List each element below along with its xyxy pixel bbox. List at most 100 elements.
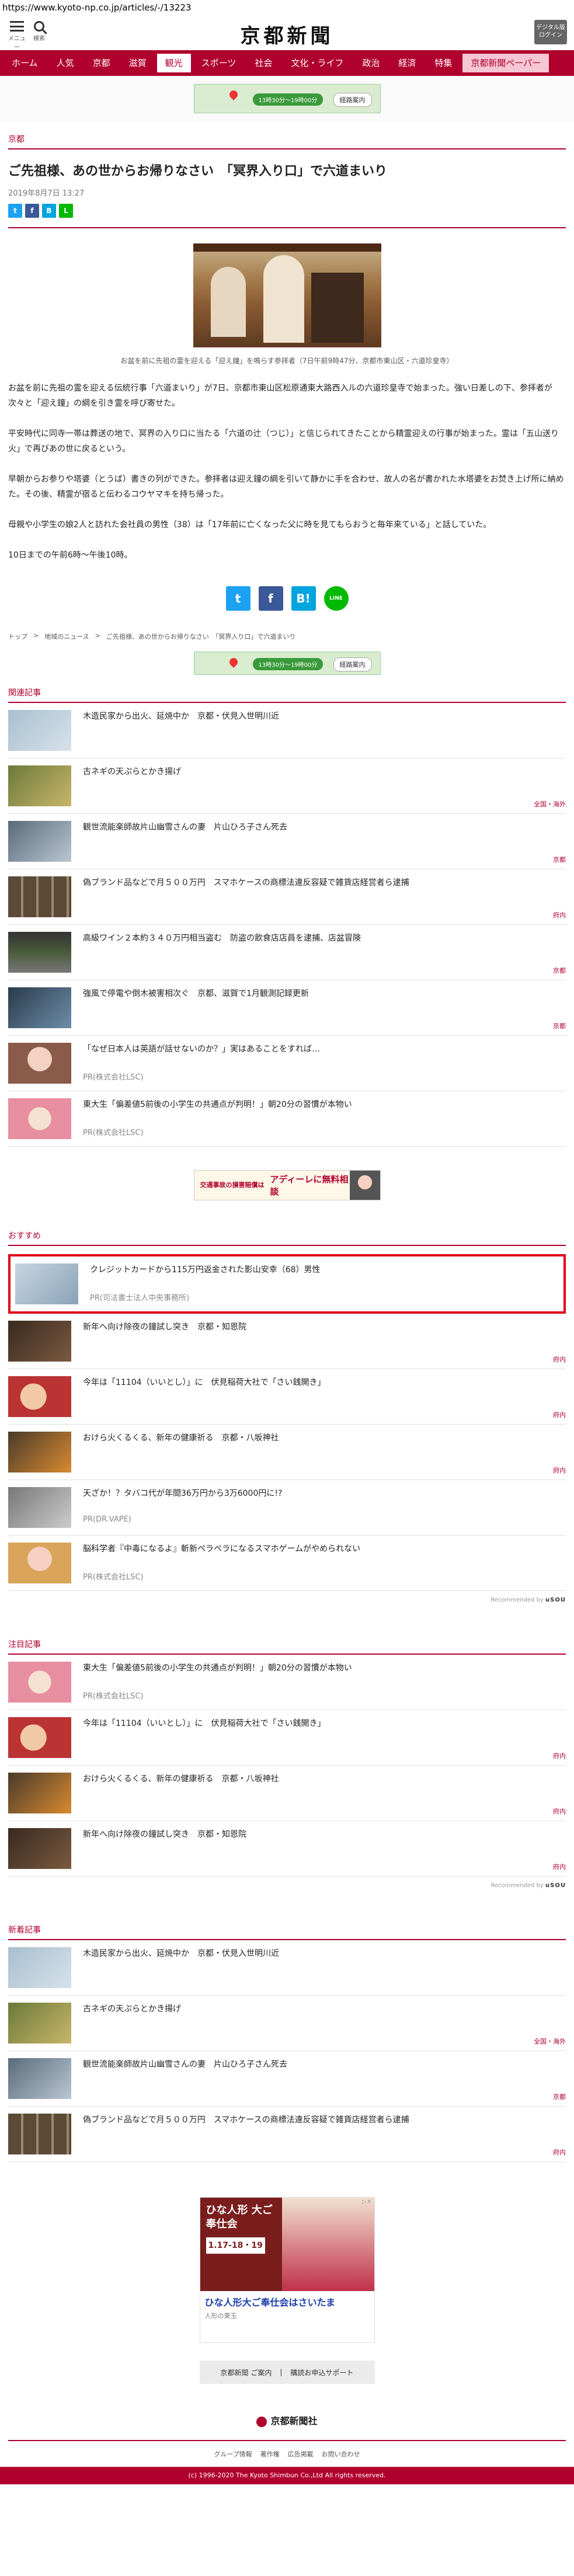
nav-item[interactable]: 観光 <box>156 54 191 72</box>
footer-nav-link[interactable]: グループ情報 <box>214 2449 252 2459</box>
nav-item[interactable]: ホーム <box>4 54 46 72</box>
list-item[interactable]: 新年へ向け除夜の鐘試し突き 京都・知恩院府内 <box>8 1314 566 1369</box>
line-icon[interactable]: L <box>59 204 73 218</box>
list-item[interactable]: 天ざか！？タバコ代が年間36万円から3万6000円に!? PR(DR.VAPE) <box>8 1480 566 1536</box>
item-category-tag[interactable]: 府内 <box>553 1465 566 1475</box>
breadcrumb-home[interactable]: トップ <box>8 632 27 641</box>
twitter-icon[interactable]: t <box>225 586 251 611</box>
list-item[interactable]: 東大生「偏差値5前後の小学生の共通点が判明！」朝20分の習慣が本物い PR(株式会… <box>8 1091 566 1147</box>
nav-item[interactable]: 政治 <box>354 54 388 72</box>
hatena-icon[interactable]: B <box>42 204 56 218</box>
item-category-tag[interactable]: 京都 <box>553 855 566 864</box>
nav-item[interactable]: 経済 <box>390 54 424 72</box>
item-title[interactable]: 木造民家から出火、延焼中か 京都・伏見入世明川近 <box>83 1947 566 1960</box>
item-title[interactable]: クレジットカードから115万円返金された影山安幸（68）男性 <box>90 1263 559 1276</box>
item-title[interactable]: 脳科学者『中毒になるよ』斬新ペラペラになるスマホゲームがやめられない <box>83 1543 566 1555</box>
list-item[interactable]: 脳科学者『中毒になるよ』斬新ペラペラになるスマホゲームがやめられない PR(株式会… <box>8 1536 566 1591</box>
list-item[interactable]: 新年へ向け除夜の鐘試し突き 京都・知恩院府内 <box>8 1821 566 1877</box>
nav-item[interactable]: 滋賀 <box>121 54 155 72</box>
item-category-tag[interactable]: 京都 <box>553 966 566 975</box>
list-item[interactable]: おけら火くるくる、新年の健康祈る 京都・八坂神社府内 <box>8 1425 566 1480</box>
item-title[interactable]: 木造民家から出火、延焼中か 京都・伏見入世明川近 <box>83 710 566 723</box>
list-item[interactable]: 「なぜ日本人は英語が話せないのか？」実はあることをすれば… PR(株式会社LSC) <box>8 1036 566 1091</box>
item-title[interactable]: 「なぜ日本人は英語が話せないのか？」実はあることをすれば… <box>83 1043 566 1056</box>
item-category-tag[interactable]: 全国・海外 <box>534 2037 566 2046</box>
nav-item[interactable]: 社会 <box>246 54 280 72</box>
item-category-tag[interactable]: 府内 <box>553 1862 566 1871</box>
ad-close-icon[interactable]: ▷✕ <box>362 2199 371 2205</box>
map-ad-banner[interactable]: 13時30分〜19時00分 経路案内 <box>193 652 381 675</box>
list-item[interactable]: おけら火くるくる、新年の健康祈る 京都・八坂神社府内 <box>8 1766 566 1821</box>
list-item[interactable]: 東大生「偏差値5前後の小学生の共通点が判明！」朝20分の習慣が本物い PR(株式会… <box>8 1655 566 1710</box>
item-title[interactable]: 古ネギの天ぷらとかき揚げ <box>83 2003 566 2015</box>
twitter-icon[interactable]: t <box>8 204 22 218</box>
list-item[interactable]: 高級ワイン２本約３４０万円相当盗む 防盗の飲食店店員を逮捕、店盆冒険京都 <box>8 925 566 980</box>
item-title[interactable]: 今年は「11104（いいとし）」に 伏見稲荷大社で「さい銭開き」 <box>83 1717 566 1730</box>
list-item[interactable]: クレジットカードから115万円返金された影山安幸（68）男性 PR(司法書士法人中… <box>8 1254 566 1314</box>
item-category-tag[interactable]: 府内 <box>553 1806 566 1816</box>
nav-item[interactable]: 文化・ライフ <box>283 54 352 72</box>
map-ad-route-button[interactable]: 経路案内 <box>333 93 372 107</box>
item-title[interactable]: 東大生「偏差値5前後の小学生の共通点が判明！」朝20分の習慣が本物い <box>83 1098 566 1111</box>
item-title[interactable]: 新年へ向け除夜の鐘試し突き 京都・知恩院 <box>83 1321 566 1334</box>
item-title[interactable]: 観世流能楽師故片山幽雪さんの妻 片山ひろ子さん死去 <box>83 821 566 834</box>
item-category-tag[interactable]: 京都 <box>553 2092 566 2101</box>
rectangle-ad[interactable]: ▷✕ ひな人形 大ご奉仕会 1.17-18・19 ひな人形大ご奉仕会はさいたま … <box>199 2197 375 2343</box>
list-item[interactable]: 観世流能楽師故片山幽雪さんの妻 片山ひろ子さん死去京都 <box>8 814 566 869</box>
nav-item[interactable]: スポーツ <box>193 54 245 72</box>
list-item[interactable]: 今年は「11104（いいとし）」に 伏見稲荷大社で「さい銭開き」府内 <box>8 1369 566 1425</box>
list-item[interactable]: 今年は「11104（いいとし）」に 伏見稲荷大社で「さい銭開き」府内 <box>8 1710 566 1766</box>
map-ad-route-button[interactable]: 経路案内 <box>333 657 372 671</box>
item-category-tag[interactable]: 府内 <box>553 1355 566 1364</box>
item-title[interactable]: 高級ワイン２本約３４０万円相当盗む 防盗の飲食店店員を逮捕、店盆冒険 <box>83 932 566 945</box>
item-title[interactable]: おけら火くるくる、新年の健康祈る 京都・八坂神社 <box>83 1432 566 1444</box>
url-bar[interactable]: https://www.kyoto-np.co.jp/articles/-/13… <box>0 0 574 15</box>
mid-ad[interactable]: 13時30分〜19時00分 経路案内 <box>8 652 566 675</box>
item-category-tag[interactable]: 全国・海外 <box>534 799 566 809</box>
item-title[interactable]: 天ざか！？タバコ代が年間36万円から3万6000円に!? <box>83 1487 566 1500</box>
footer-nav-link[interactable]: お問い合わせ <box>322 2449 360 2459</box>
banner-ad[interactable]: 交通事故の損害賠償は アディーレに無料相談 <box>193 1170 381 1200</box>
site-logo[interactable]: 京都新聞 <box>0 20 574 48</box>
footer-link-info[interactable]: 京都新聞 ご案内 <box>221 2368 272 2377</box>
nav-item[interactable]: 特集 <box>426 54 460 72</box>
item-title[interactable]: 観世流能楽師故片山幽雪さんの妻 片山ひろ子さん死去 <box>83 2058 566 2071</box>
item-title[interactable]: 新年へ向け除夜の鐘試し突き 京都・知恩院 <box>83 1828 566 1841</box>
item-title[interactable]: 古ネギの天ぷらとかき揚げ <box>83 765 566 778</box>
ad-title[interactable]: ひな人形大ご奉仕会はさいたま <box>200 2291 374 2309</box>
list-item[interactable]: 偽ブランド品などで月５００万円 スマホケースの商標法違反容疑で雑貨店経営者ら逮捕… <box>8 2107 566 2162</box>
digital-login-button[interactable]: デジタル版ログイン <box>534 20 567 44</box>
nav-item[interactable]: 京都 <box>85 54 119 72</box>
nav-item[interactable]: 京都新聞ペーパー <box>462 54 549 72</box>
item-title[interactable]: 今年は「11104（いいとし）」に 伏見稲荷大社で「さい銭開き」 <box>83 1376 566 1389</box>
map-ad-banner[interactable]: 13時30分〜19時00分 経路案内 <box>193 84 381 113</box>
top-ad[interactable]: 13時30分〜19時00分 経路案内 <box>0 76 574 121</box>
list-item[interactable]: 木造民家から出火、延焼中か 京都・伏見入世明川近 <box>8 703 566 758</box>
item-title[interactable]: 強風で停電や倒木被害相次ぐ 京都、滋賀で1月観測記録更新 <box>83 987 566 1000</box>
item-title[interactable]: 東大生「偏差値5前後の小学生の共通点が判明！」朝20分の習慣が本物い <box>83 1662 566 1675</box>
list-item[interactable]: 古ネギの天ぷらとかき揚げ全国・海外 <box>8 1996 566 2051</box>
list-item[interactable]: 古ネギの天ぷらとかき揚げ全国・海外 <box>8 758 566 814</box>
line-icon[interactable]: LINE <box>323 586 349 611</box>
breadcrumb-section[interactable]: 地域のニュース <box>44 632 89 641</box>
facebook-icon[interactable]: f <box>258 586 283 611</box>
article-photo[interactable] <box>193 243 381 347</box>
footer-nav-link[interactable]: 著作権 <box>260 2449 280 2459</box>
footer-nav-link[interactable]: 広告掲載 <box>288 2449 314 2459</box>
item-category-tag[interactable]: 府内 <box>553 1751 566 1760</box>
item-title[interactable]: おけら火くるくる、新年の健康祈る 京都・八坂神社 <box>83 1773 566 1785</box>
item-category-tag[interactable]: 府内 <box>553 910 566 920</box>
footer-logo[interactable]: 京都新聞社 <box>0 2413 574 2427</box>
item-title[interactable]: 偽ブランド品などで月５００万円 スマホケースの商標法違反容疑で雑貨店経営者ら逮捕 <box>83 2114 566 2126</box>
footer-link-support[interactable]: 購読お申込サポート <box>290 2368 353 2377</box>
list-item[interactable]: 観世流能楽師故片山幽雪さんの妻 片山ひろ子さん死去京都 <box>8 2051 566 2107</box>
article-category[interactable]: 京都 <box>8 121 566 149</box>
item-category-tag[interactable]: 府内 <box>553 1410 566 1419</box>
item-category-tag[interactable]: 府内 <box>553 2147 566 2157</box>
item-title[interactable]: 偽ブランド品などで月５００万円 スマホケースの商標法違反容疑で雑貨店経営者ら逮捕 <box>83 876 566 889</box>
nav-item[interactable]: 人気 <box>48 54 82 72</box>
list-item[interactable]: 偽ブランド品などで月５００万円 スマホケースの商標法違反容疑で雑貨店経営者ら逮捕… <box>8 869 566 925</box>
hatena-icon[interactable]: B! <box>291 586 316 611</box>
list-item[interactable]: 木造民家から出火、延焼中か 京都・伏見入世明川近 <box>8 1940 566 1996</box>
item-category-tag[interactable]: 京都 <box>553 1021 566 1031</box>
